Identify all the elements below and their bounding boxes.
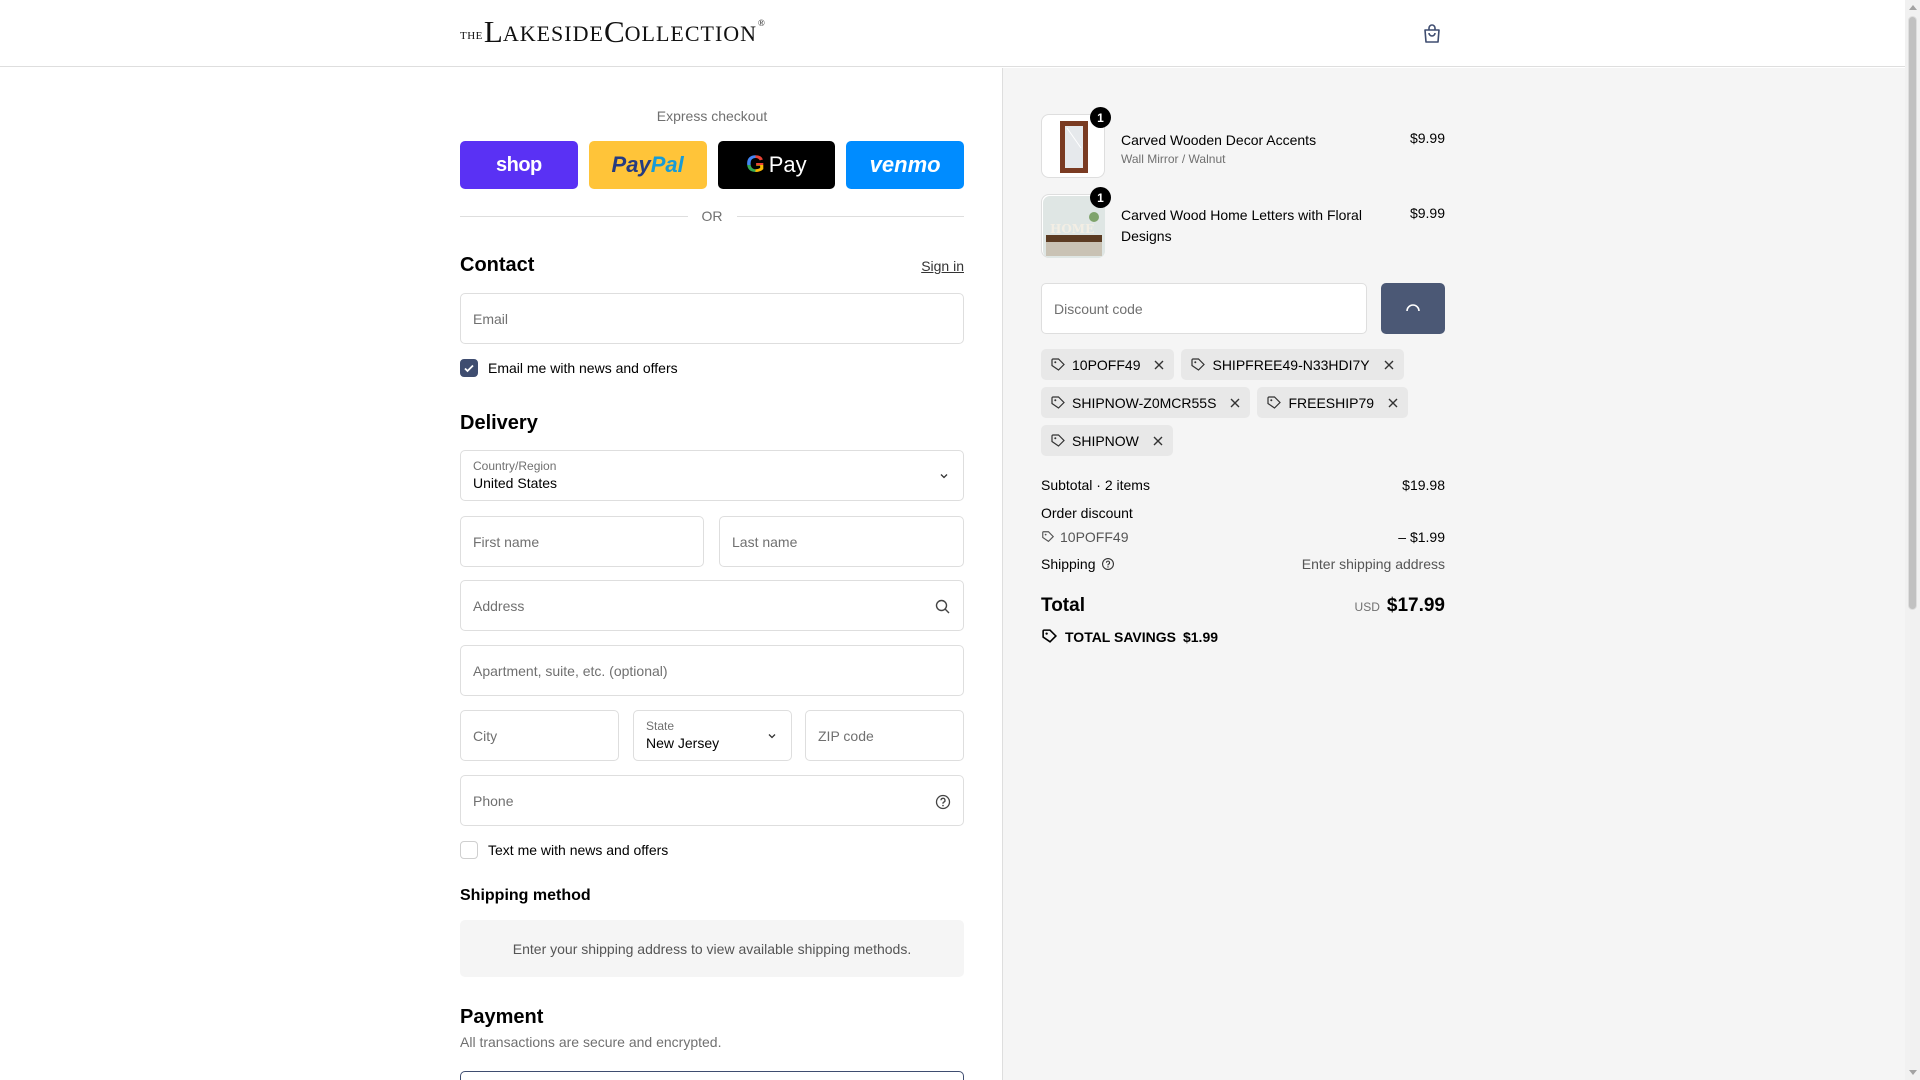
remove-code-icon[interactable]: [1151, 434, 1165, 448]
chevron-down-icon: [768, 734, 776, 739]
total-savings: TOTAL SAVINGS $1.99: [1041, 628, 1218, 645]
remove-code-icon[interactable]: [1382, 358, 1396, 372]
quantity-badge: 1: [1090, 107, 1111, 128]
quantity-badge: 1: [1090, 187, 1111, 208]
loading-spinner-icon: [1406, 303, 1420, 311]
discount-chip: SHIPNOW-Z0MCR55S: [1041, 387, 1251, 418]
shipping-method-heading: Shipping method: [460, 887, 591, 904]
delivery-heading: Delivery: [460, 412, 538, 434]
sign-in-link[interactable]: Sign in: [921, 258, 964, 274]
chevron-down-icon: [940, 474, 948, 479]
google-g-icon: G: [746, 151, 765, 178]
tag-icon: [1051, 357, 1065, 371]
item-name: Carved Wooden Decor Accents: [1121, 132, 1317, 148]
sms-news-checkbox[interactable]: [460, 841, 478, 859]
scrollbar-thumb[interactable]: [1908, 16, 1917, 610]
cart-item: 1 Carved Wooden Decor Accents Wall Mirro…: [1041, 107, 1445, 180]
scroll-up-arrow-icon[interactable]: [1909, 5, 1917, 10]
total-row: Total USD $17.99: [1041, 595, 1445, 616]
email-news-option: Email me with news and offers: [460, 359, 678, 377]
svg-text:HOME: HOME: [1050, 222, 1094, 236]
apply-discount-button[interactable]: [1381, 283, 1445, 334]
checkmark-icon: [464, 364, 474, 373]
item-name: Carved Wood Home Letters with Floral Des…: [1121, 207, 1362, 244]
remove-code-icon[interactable]: [1152, 358, 1166, 372]
express-checkout-buttons: shop Pay Pal G Pay venmo: [460, 141, 964, 189]
first-name-field[interactable]: First name: [460, 516, 704, 567]
discount-chip: SHIPNOW: [1041, 425, 1173, 456]
shipping-method-notice: Enter your shipping address to view avai…: [460, 920, 964, 977]
or-divider: OR: [460, 208, 964, 224]
site-header: THE L AKESIDE C OLLECTION ®: [0, 0, 1905, 67]
payment-heading: Payment: [460, 1006, 544, 1028]
address-field[interactable]: Address: [460, 580, 964, 631]
item-variant: Wall Mirror / Walnut: [1121, 152, 1226, 166]
payment-method-box[interactable]: [460, 1071, 964, 1080]
state-select[interactable]: State New Jersey: [633, 710, 792, 761]
tag-icon: [1042, 629, 1058, 643]
remove-code-icon[interactable]: [1386, 396, 1400, 410]
discount-chip: 10POFF49: [1041, 349, 1175, 380]
help-circle-icon[interactable]: [934, 793, 952, 811]
discount-code-field[interactable]: Discount code: [1041, 283, 1367, 334]
item-price: $9.99: [1409, 130, 1445, 146]
zip-code-field[interactable]: ZIP code: [805, 710, 964, 761]
product-image: HOME 1: [1041, 187, 1111, 258]
last-name-field[interactable]: Last name: [719, 516, 964, 567]
email-news-checkbox[interactable]: [460, 359, 478, 377]
page-scrollbar[interactable]: [1905, 0, 1920, 1080]
help-circle-icon[interactable]: [1101, 557, 1115, 571]
sms-news-option: Text me with news and offers: [460, 841, 668, 859]
venmo-button[interactable]: venmo: [846, 141, 964, 189]
subtotal-row: Subtotal · 2 items $19.98: [1041, 477, 1445, 493]
tag-icon: [1042, 531, 1055, 543]
contact-heading: Contact: [460, 254, 535, 276]
apartment-field[interactable]: Apartment, suite, etc. (optional): [460, 645, 964, 696]
product-image: 1: [1041, 107, 1111, 178]
shipping-row: Shipping Enter shipping address: [1041, 556, 1445, 572]
express-checkout-title: Express checkout: [656, 108, 768, 124]
cart-item: HOME 1 Carved Wood Home Letters with Flo…: [1041, 187, 1445, 260]
store-logo[interactable]: THE L AKESIDE C OLLECTION ®: [460, 16, 765, 47]
tag-icon: [1051, 433, 1065, 447]
discount-chip: FREESHIP79: [1257, 387, 1409, 418]
tag-icon: [1191, 357, 1206, 371]
discount-chip: SHIPFREE49-N33HDI7Y: [1181, 349, 1404, 380]
email-field[interactable]: Email: [460, 293, 964, 344]
order-discount-row: Order discount: [1041, 505, 1133, 521]
total-amount: $17.99: [1386, 595, 1445, 616]
applied-discount-codes: 10POFF49 SHIPFREE49-N33HDI7Y SHIPNOW-Z0M…: [1041, 349, 1445, 456]
remove-code-icon[interactable]: [1228, 396, 1242, 410]
phone-field[interactable]: Phone: [460, 775, 964, 826]
shopping-bag-icon[interactable]: [1420, 22, 1444, 46]
discount-detail-row: 10POFF49 – $1.99: [1041, 529, 1445, 545]
search-icon: [935, 599, 950, 614]
country-select[interactable]: Country/Region United States: [460, 450, 964, 501]
scroll-down-arrow-icon[interactable]: [1909, 1070, 1917, 1075]
currency-code: USD: [1354, 600, 1380, 614]
shop-pay-button[interactable]: shop: [460, 141, 578, 189]
tag-icon: [1051, 395, 1065, 409]
google-pay-button[interactable]: G Pay: [717, 141, 836, 189]
city-field[interactable]: City: [460, 710, 619, 761]
tag-icon: [1267, 395, 1282, 409]
paypal-button[interactable]: Pay Pal: [588, 141, 707, 189]
item-price: $9.99: [1409, 205, 1445, 221]
payment-subtitle: All transactions are secure and encrypte…: [460, 1034, 722, 1050]
